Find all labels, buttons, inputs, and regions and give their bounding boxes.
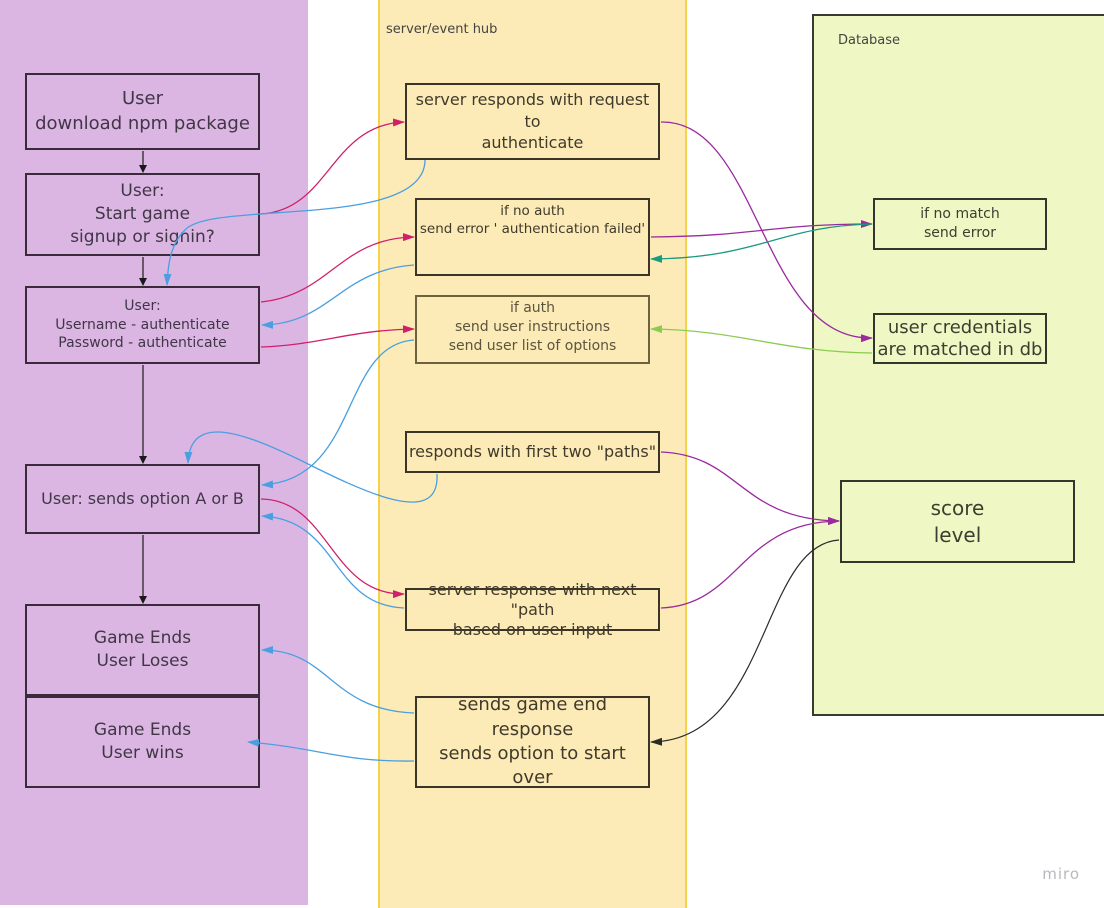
server-lane-title: server/event hub [386,22,498,37]
server-game-end-box[interactable]: sends game end response sends option to … [415,694,650,788]
user-start-game-box[interactable]: User: Start game signup or signin? [25,173,260,256]
game-ends-user-loses-box[interactable]: Game Ends User Loses [25,604,260,696]
server-auth-ok-box[interactable]: if auth send user instructions send user… [415,295,650,364]
miro-watermark: miro [1042,865,1080,883]
server-request-auth-box[interactable]: server responds with request to authenti… [405,83,660,160]
server-first-paths-box[interactable]: responds with first two "paths" [405,431,660,473]
user-send-option-box[interactable]: User: sends option A or B [25,464,260,534]
server-no-auth-box[interactable]: if no auth send error ' authentication f… [415,198,650,276]
user-authenticate-box[interactable]: User: Username - authenticate Password -… [25,286,260,364]
db-score-level-box[interactable]: score level [840,480,1075,563]
database-swimlane: Database [812,14,1104,716]
db-credentials-box[interactable]: user credentials are matched in db [873,313,1047,364]
db-no-match-box[interactable]: if no match send error [873,198,1047,250]
user-download-box[interactable]: User download npm package [25,73,260,150]
game-ends-user-wins-box[interactable]: Game Ends User wins [25,696,260,788]
database-lane-title: Database [838,33,901,48]
server-next-path-box[interactable]: server response with next "path based on… [405,580,660,639]
